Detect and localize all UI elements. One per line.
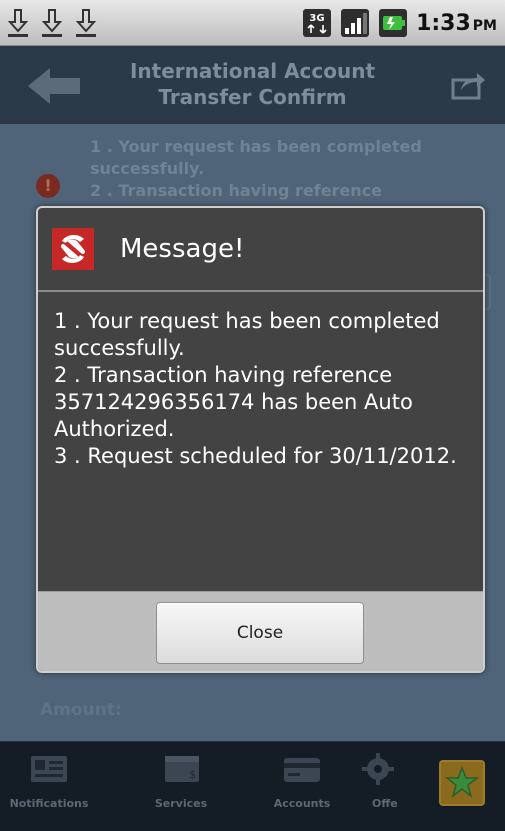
notification-card-icon (31, 756, 67, 782)
3g-icon: 3G (303, 9, 332, 37)
background-message: 1 . Your request has been completed succ… (90, 136, 485, 202)
dialog-header: Message! (38, 208, 483, 290)
dialog-message-line: 3 . Request scheduled for 30/11/2012. (54, 444, 457, 468)
title-bar: International Account Transfer Confirm (0, 46, 505, 124)
dialog-divider (38, 290, 483, 292)
status-time-value: 1:33 (416, 10, 471, 36)
download-icon (75, 9, 97, 37)
amount-label: Amount: (40, 700, 122, 720)
nav-label: Notifications (9, 797, 89, 810)
svg-text:3G: 3G (309, 13, 324, 24)
nav-label: Offe (372, 797, 398, 810)
services-icon: $ (165, 756, 199, 782)
dialog-message-line: 2 . Transaction having reference 3571242… (54, 363, 413, 441)
bottom-navigation: Notifications $ Services Accounts Offe (0, 741, 505, 831)
download-icon (41, 9, 63, 37)
alert-icon: ! (36, 174, 60, 198)
dialog-message-line: 1 . Your request has been completed succ… (54, 309, 440, 360)
accounts-card-icon (284, 758, 320, 782)
battery-icon (379, 9, 408, 37)
signal-icon (341, 9, 370, 37)
svg-text:$: $ (189, 768, 196, 781)
offers-gear-icon (362, 753, 394, 785)
favorite-button[interactable] (439, 760, 485, 806)
nav-item-offers[interactable]: Offe (344, 752, 404, 828)
nav-item-notifications[interactable]: Notifications (4, 752, 94, 828)
nav-label: Services (154, 797, 208, 810)
nav-item-accounts[interactable]: Accounts (257, 752, 347, 828)
nav-item-services[interactable]: $ Services (136, 752, 226, 828)
dialog-title: Message! (120, 234, 245, 264)
back-arrow-icon[interactable] (26, 66, 82, 106)
status-bar: 3G 1:33 PM (0, 0, 505, 46)
dialog-message: 1 . Your request has been completed succ… (54, 308, 474, 470)
dialog-footer: Close (38, 591, 483, 671)
page-title: International Account Transfer Confirm (129, 59, 376, 109)
message-dialog: Message! 1 . Your request has been compl… (36, 206, 485, 673)
status-time-ampm: PM (472, 17, 497, 34)
bank-logo-icon (52, 228, 94, 270)
nav-label: Accounts (273, 797, 331, 810)
status-time: 1:33 PM (416, 11, 497, 36)
download-icon (7, 9, 29, 37)
background-message-line: 1 . Your request has been completed succ… (90, 137, 422, 178)
close-button[interactable]: Close (156, 602, 364, 664)
share-icon[interactable] (451, 70, 487, 100)
star-icon (444, 765, 480, 798)
background-message-line: 2 . Transaction having reference (90, 181, 383, 200)
